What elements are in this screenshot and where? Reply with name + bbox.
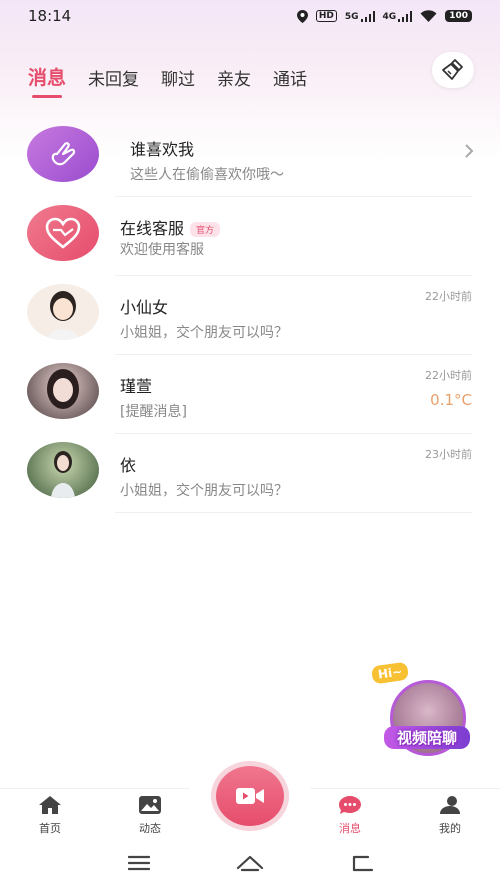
battery-icon: 100 [445, 10, 472, 22]
chat-bubble-icon [339, 796, 361, 814]
back-icon[interactable] [348, 854, 374, 872]
nav-moments[interactable]: 动态 [120, 795, 180, 836]
nav-messages[interactable]: 消息 [320, 795, 380, 836]
avatar [27, 205, 99, 261]
contact-name-text: 在线客服 [120, 219, 185, 238]
contact-name: 谁喜欢我 [130, 140, 195, 159]
message-preview: 小姐姐，交个朋友可以吗？ [120, 483, 288, 499]
video-chat-label: 视频陪聊 [384, 726, 470, 749]
menu-icon[interactable] [128, 854, 150, 872]
avatar-illustration [47, 291, 79, 340]
message-list: 谁喜欢我 这些人在偷偷喜欢你哦～ 在线客服 官方 欢迎使用客服 小仙女 小姐姐，… [0, 118, 500, 513]
status-time: 18:14 [28, 7, 72, 25]
signal-4g-icon: 4G [383, 10, 413, 22]
nav-label: 动态 [139, 822, 161, 835]
tab-calls[interactable]: 通话 [273, 65, 307, 90]
finger-heart-icon [51, 142, 76, 166]
avatar [27, 442, 99, 498]
avatar [27, 363, 99, 419]
hi-badge: Hi~ [370, 661, 410, 685]
tab-messages[interactable]: 消息 [28, 63, 66, 90]
tab-friends[interactable]: 亲友 [217, 65, 251, 90]
message-time: 23小时前 [425, 448, 472, 461]
status-bar: 18:14 HD 5G 4G 100 [0, 0, 500, 32]
video-chat-floating-button[interactable]: Hi~ 视频陪聊 [370, 661, 474, 756]
message-preview: 这些人在偷偷喜欢你哦～ [130, 167, 284, 183]
avatar-photo [47, 369, 79, 409]
message-preview: 小姐姐，交个朋友可以吗？ [120, 325, 288, 341]
video-call-button[interactable] [216, 766, 284, 826]
nav-profile[interactable]: 我的 [420, 795, 480, 836]
tab-unreplied[interactable]: 未回复 [88, 65, 139, 90]
wifi-icon [420, 10, 437, 22]
list-item-chat[interactable]: 瑾萱 [提醒消息] 22小时前 0.1°C [0, 355, 500, 434]
temperature-value: 0.1°C [430, 391, 472, 409]
system-nav-bar [0, 840, 500, 889]
broom-icon [442, 59, 463, 80]
heart-icon [45, 217, 81, 249]
message-tabs: 消息 未回复 聊过 亲友 通话 [28, 56, 329, 90]
avatar [27, 126, 99, 182]
contact-name: 瑾萱 [120, 377, 153, 396]
avatar [27, 284, 99, 340]
list-item-customer-service[interactable]: 在线客服 官方 欢迎使用客服 [0, 197, 500, 276]
message-time: 22小时前 [425, 290, 472, 303]
divider [115, 512, 472, 513]
chevron-right-icon [465, 144, 474, 158]
nav-label: 首页 [39, 822, 61, 835]
list-item-chat[interactable]: 依 小姐姐，交个朋友可以吗？ 23小时前 [0, 434, 500, 513]
clear-messages-button[interactable] [432, 52, 474, 88]
message-preview: [提醒消息] [120, 404, 187, 420]
image-icon [139, 796, 161, 814]
nav-label: 消息 [339, 822, 361, 835]
nav-label: 我的 [439, 822, 461, 835]
location-icon [296, 9, 308, 23]
profile-icon [440, 796, 460, 814]
list-item-who-likes-me[interactable]: 谁喜欢我 这些人在偷偷喜欢你哦～ [0, 118, 500, 197]
nav-home[interactable]: 首页 [20, 795, 80, 836]
status-icons: HD 5G 4G 100 [296, 9, 472, 23]
video-camera-icon [236, 788, 264, 804]
signal-5g-icon: 5G [345, 10, 375, 22]
home-gesture-icon[interactable] [236, 854, 264, 872]
message-time: 22小时前 [425, 369, 472, 382]
contact-name: 在线客服 官方 [120, 215, 221, 239]
hd-icon: HD [315, 10, 337, 22]
tab-chatted[interactable]: 聊过 [161, 65, 195, 90]
contact-name: 小仙女 [120, 298, 169, 317]
avatar-photo [51, 451, 75, 498]
home-icon [39, 796, 61, 814]
list-item-chat[interactable]: 小仙女 小姐姐，交个朋友可以吗？ 22小时前 [0, 276, 500, 355]
contact-name: 依 [120, 456, 137, 475]
official-badge: 官方 [190, 222, 221, 237]
message-preview: 欢迎使用客服 [120, 242, 204, 258]
